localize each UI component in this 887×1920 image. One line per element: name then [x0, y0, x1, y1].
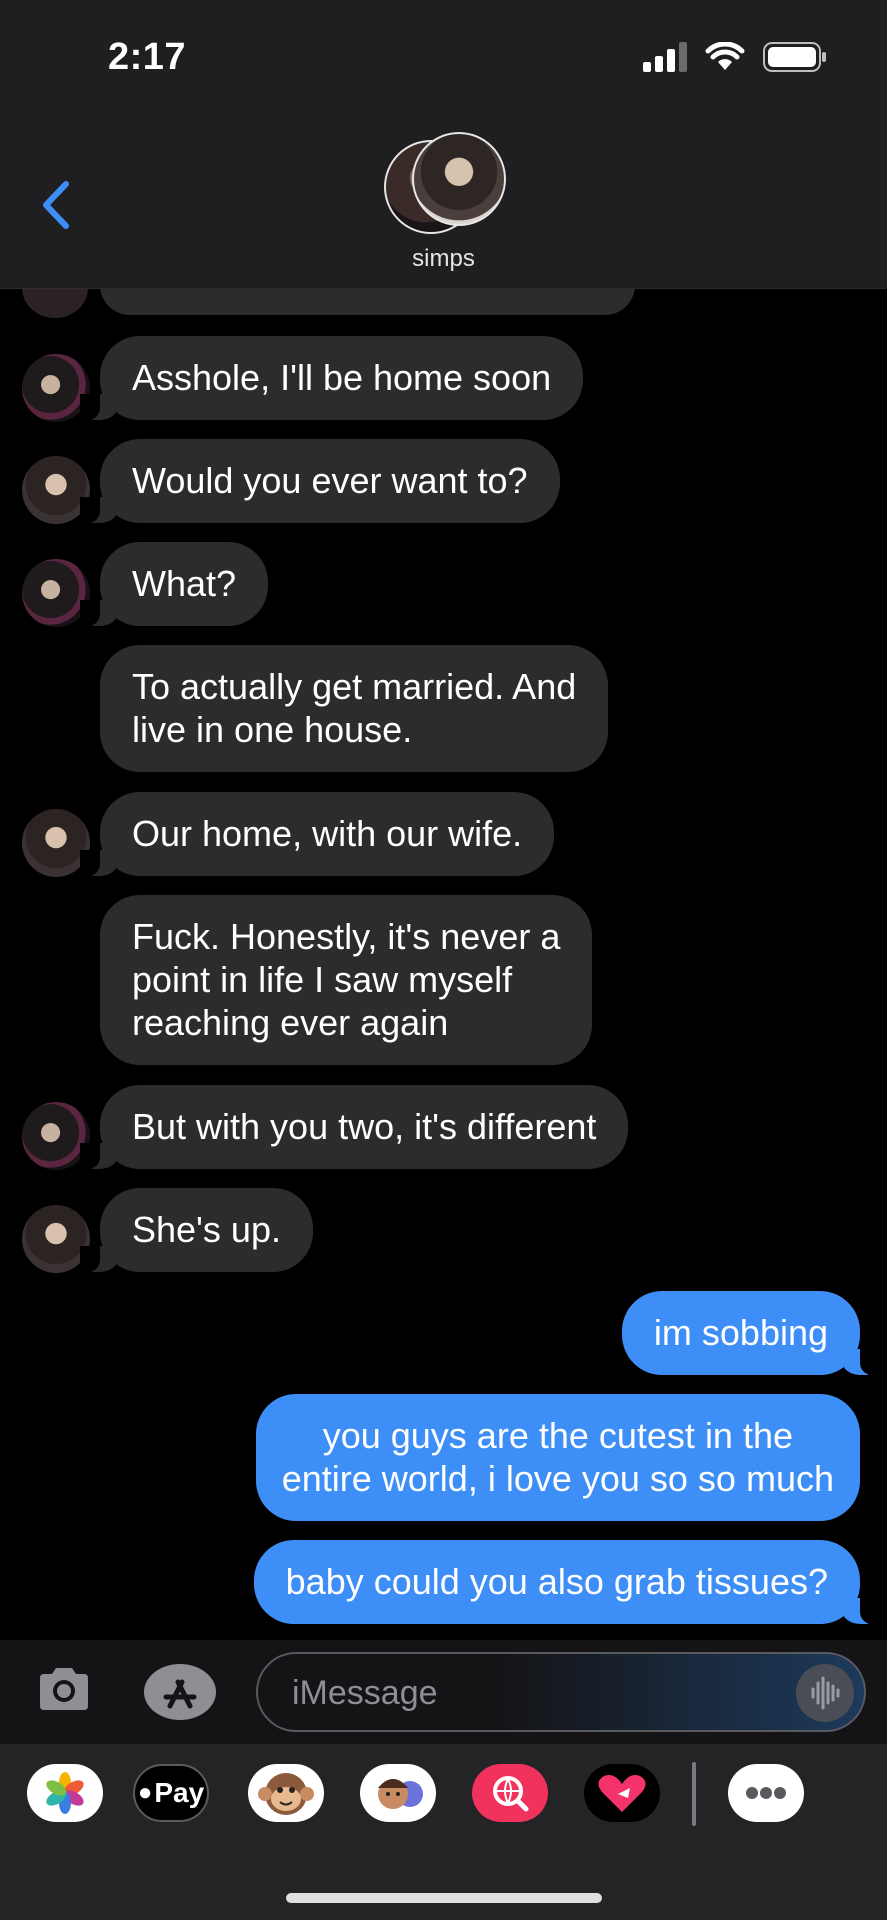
- avatar: [412, 132, 506, 226]
- back-chevron-icon[interactable]: [38, 180, 72, 230]
- memoji-faces-icon: [378, 1779, 423, 1809]
- sent-message-bubble: you guys are the cutest in the entire wo…: [255, 1394, 860, 1521]
- message-bubble: Fuck. Honestly, it's never a point in li…: [100, 895, 593, 1065]
- monkey-face-icon: [258, 1773, 314, 1815]
- digital-touch-icon[interactable]: [584, 1764, 660, 1822]
- apple-pay-app-icon[interactable]: ● Pay: [133, 1764, 209, 1822]
- conversation-header: 2:17 simps: [0, 0, 887, 289]
- group-name[interactable]: simps: [0, 245, 887, 273]
- message-bubble: Our home, with our wife.: [79, 792, 555, 876]
- camera-icon[interactable]: [36, 1664, 92, 1712]
- message-bubble: Would you ever want to?: [80, 439, 560, 523]
- animoji-monkey-icon[interactable]: [248, 1764, 324, 1822]
- message-bubble: Asshole, I'll be home soon: [79, 336, 584, 420]
- status-icons: [643, 42, 827, 72]
- memoji-icon[interactable]: [360, 1764, 436, 1822]
- group-avatar[interactable]: [384, 132, 506, 234]
- app-drawer-divider: [692, 1762, 696, 1826]
- message-input[interactable]: iMessage: [256, 1652, 866, 1732]
- more-apps-icon[interactable]: [728, 1764, 804, 1822]
- heart-icon: [598, 1775, 646, 1812]
- sent-message-bubble: baby could you also grab tissues?: [253, 1540, 881, 1624]
- message-bubble: To actually get married. And live in one…: [100, 645, 609, 772]
- message-input-placeholder: iMessage: [292, 1674, 438, 1712]
- images-search-icon[interactable]: [472, 1764, 548, 1822]
- app-store-icon: [163, 1679, 197, 1709]
- message-bubble: But with you two, it's different: [79, 1085, 629, 1169]
- cellular-signal-icon: [643, 42, 687, 72]
- photos-app-icon[interactable]: [27, 1764, 103, 1822]
- audio-message-button[interactable]: [796, 1664, 854, 1722]
- magnifier-globe-icon: [493, 1776, 529, 1812]
- ellipsis-icon: [746, 1787, 786, 1799]
- message-bubble: What?: [79, 542, 269, 626]
- waveform-icon: [811, 1676, 840, 1710]
- message-bubble: She's up.: [80, 1188, 313, 1272]
- photos-flower-icon: [46, 1772, 84, 1814]
- apple-logo-icon: ●: [137, 1779, 153, 1806]
- sent-message-bubble: im sobbing: [621, 1291, 881, 1375]
- home-indicator[interactable]: [286, 1893, 602, 1903]
- wifi-icon: [705, 42, 745, 70]
- battery-icon: [763, 42, 826, 72]
- status-time: 2:17: [108, 36, 187, 78]
- app-store-button[interactable]: [144, 1664, 216, 1720]
